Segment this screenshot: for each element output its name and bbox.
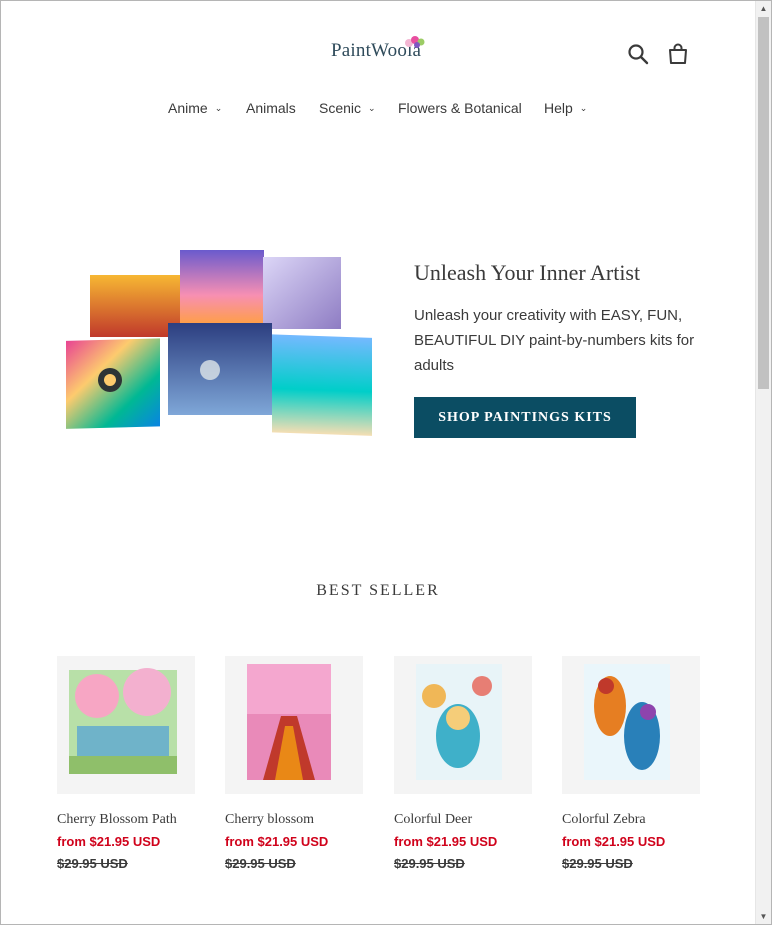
logo-paint-splash-icon <box>405 36 425 48</box>
scroll-up-arrow-icon[interactable]: ▲ <box>756 1 771 16</box>
nav-item-label: Help <box>544 100 573 116</box>
best-seller-heading: BEST SELLER <box>316 582 440 599</box>
product-name[interactable]: Colorful Deer <box>394 809 534 831</box>
page-scrollbar[interactable]: ▲ ▼ <box>755 1 771 924</box>
scroll-down-arrow-icon[interactable]: ▼ <box>756 909 771 924</box>
product-price: from $21.95 USD <box>57 834 161 849</box>
nav-item-label: Scenic <box>319 100 362 116</box>
chevron-down-icon: ⌄ <box>368 103 376 113</box>
nav-item-label: Flowers & Botanical <box>398 100 522 116</box>
chevron-down-icon: ⌄ <box>579 103 588 113</box>
product-name[interactable]: Cherry blossom <box>225 809 365 831</box>
product-price: from $21.95 USD <box>225 834 329 849</box>
product-image[interactable] <box>225 656 363 794</box>
chevron-down-icon: ⌄ <box>214 103 223 113</box>
nav-item-flowers-botanical[interactable]: Flowers & Botanical <box>398 100 522 116</box>
product-card[interactable]: Cherry blossom from $21.95 USD $29.95 US… <box>225 656 365 875</box>
shop-paintings-kits-button[interactable]: SHOP PAINTINGS KITS <box>414 397 636 438</box>
nav-item-help[interactable]: Help ⌄ <box>544 100 587 116</box>
search-icon[interactable] <box>626 42 650 66</box>
cart-icon[interactable] <box>666 42 690 66</box>
scrollbar-thumb[interactable] <box>758 17 769 389</box>
hero-title: Unleash Your Inner Artist <box>414 260 641 285</box>
product-compare-price: $29.95 USD <box>225 856 296 871</box>
product-name[interactable]: Colorful Zebra <box>562 809 702 831</box>
product-card[interactable]: Cherry Blossom Path from $21.95 USD $29.… <box>57 656 197 875</box>
product-image[interactable] <box>562 656 700 794</box>
product-price: from $21.95 USD <box>394 834 498 849</box>
hero-paintings-collage-image <box>66 250 372 436</box>
nav-item-label: Anime <box>168 100 208 116</box>
product-image[interactable] <box>57 656 195 794</box>
product-compare-price: $29.95 USD <box>394 856 465 871</box>
main-nav: Anime ⌄ Animals Scenic ⌄ Flowers & Botanic… <box>0 100 756 120</box>
nav-item-anime[interactable]: Anime ⌄ <box>168 100 222 116</box>
nav-item-label: Animals <box>246 100 296 116</box>
nav-item-scenic[interactable]: Scenic ⌄ <box>319 100 376 116</box>
product-card[interactable]: Colorful Deer from $21.95 USD $29.95 USD <box>394 656 534 875</box>
product-compare-price: $29.95 USD <box>57 856 128 871</box>
product-name[interactable]: Cherry Blossom Path <box>57 809 197 831</box>
product-image[interactable] <box>394 656 532 794</box>
nav-item-animals[interactable]: Animals <box>246 100 296 116</box>
product-card[interactable]: Colorful Zebra from $21.95 USD $29.95 US… <box>562 656 702 875</box>
store-logo[interactable]: PaintWoola <box>331 36 425 62</box>
product-compare-price: $29.95 USD <box>562 856 633 871</box>
product-price: from $21.95 USD <box>562 834 666 849</box>
hero-description: Unleash your creativity with EASY, FUN, … <box>414 307 695 374</box>
